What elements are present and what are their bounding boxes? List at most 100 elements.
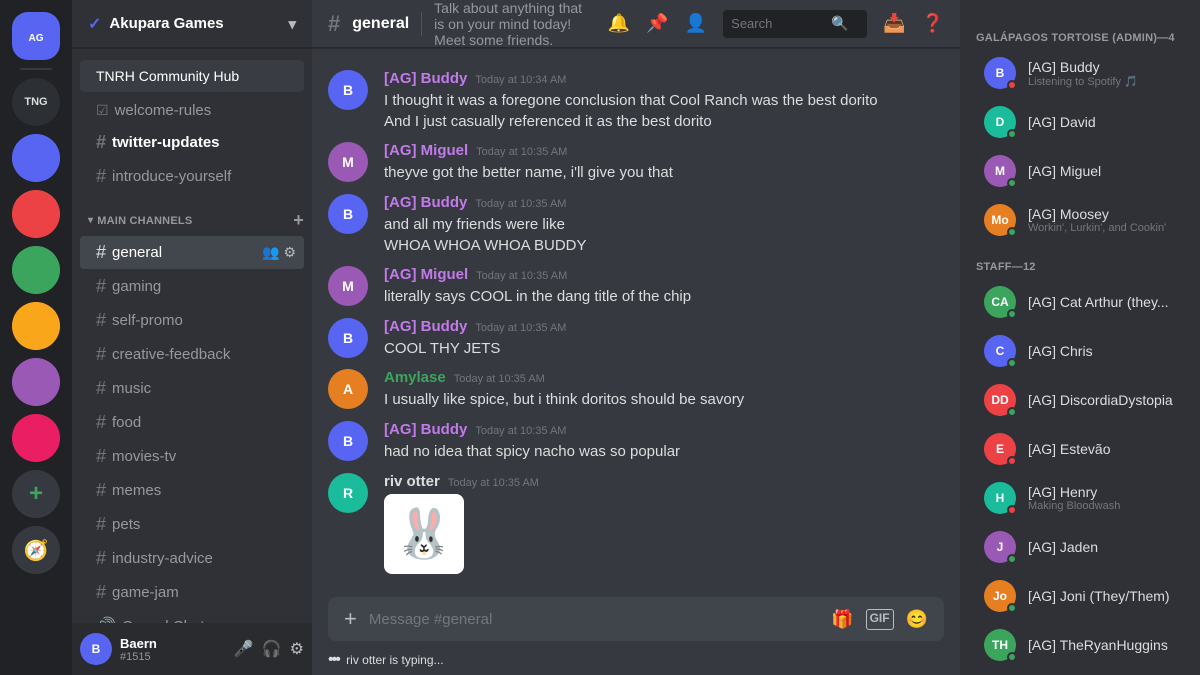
microphone-icon[interactable]: 🎤	[234, 639, 254, 659]
avatar: B	[328, 318, 368, 358]
member-info: [AG] Joni (They/Them)	[1028, 588, 1184, 604]
channel-general[interactable]: # general 👥 ⚙	[80, 236, 304, 269]
member-info: [AG] David	[1028, 114, 1184, 130]
search-box[interactable]: 🔍	[723, 10, 867, 38]
channel-industry-advice[interactable]: # industry-advice	[80, 542, 304, 575]
messages-area: B [AG] Buddy Today at 10:34 AM I thought…	[312, 48, 960, 597]
notification-bell-icon[interactable]: 🔔	[608, 13, 630, 34]
channel-pets[interactable]: # pets	[80, 508, 304, 541]
message-timestamp: Today at 10:34 AM	[475, 74, 566, 86]
member-name: [AG] Chris	[1028, 343, 1184, 359]
member-avatar: CA	[984, 286, 1016, 318]
message-group: M [AG] Miguel Today at 10:35 AM literall…	[312, 262, 960, 312]
member-avatar: B	[984, 57, 1016, 89]
header-icons: 🔔 📌 👤 🔍 📥 ❓	[608, 10, 944, 38]
member-info: [AG] Chris	[1028, 343, 1184, 359]
member-item[interactable]: TH [AG] TheRyanHuggins	[968, 621, 1192, 669]
add-channel-button[interactable]: +	[293, 210, 304, 231]
channel-welcome-rules[interactable]: ☑ welcome-rules	[80, 96, 304, 125]
message-timestamp: Today at 10:35 AM	[454, 373, 545, 385]
member-name: [AG] David	[1028, 114, 1184, 130]
server-name: Akupara Games	[109, 15, 223, 32]
sticker: 🐰	[384, 494, 464, 574]
channel-name: movies-tv	[112, 448, 296, 465]
members-icon[interactable]: 👥	[262, 244, 279, 261]
message-header: [AG] Buddy Today at 10:35 AM	[384, 421, 944, 438]
channel-food[interactable]: # food	[80, 406, 304, 439]
member-item[interactable]: M [AG] Miguel	[968, 147, 1192, 195]
channel-creative-feedback[interactable]: # creative-feedback	[80, 338, 304, 371]
settings-icon[interactable]: ⚙	[283, 244, 296, 261]
pin-icon[interactable]: 📌	[646, 13, 668, 34]
server-icon-7[interactable]	[12, 414, 60, 462]
member-item[interactable]: C [AG] Chris	[968, 327, 1192, 375]
channel-movies-tv[interactable]: # movies-tv	[80, 440, 304, 473]
hub-label[interactable]: TNRH Community Hub	[80, 60, 304, 92]
message-input-box: + 🎁 GIF 😊	[328, 597, 944, 641]
settings-icon[interactable]: ⚙	[290, 639, 304, 659]
channel-twitter-updates[interactable]: # twitter-updates	[80, 126, 304, 159]
member-item[interactable]: AF Alexis Faintreny sleepy	[968, 670, 1192, 675]
headphones-icon[interactable]: 🎧	[262, 639, 282, 659]
channel-topic: Talk about anything that is on your mind…	[434, 0, 596, 48]
message-group: A Amylase Today at 10:35 AM I usually li…	[312, 365, 960, 415]
message-timestamp: Today at 10:35 AM	[448, 477, 539, 489]
server-icon-5[interactable]	[12, 302, 60, 350]
category-label: MAIN CHANNELS	[97, 215, 192, 227]
check-icon: ✓	[88, 14, 101, 34]
server-icon-6[interactable]	[12, 358, 60, 406]
server-icon-3[interactable]	[12, 190, 60, 238]
channel-self-promo[interactable]: # self-promo	[80, 304, 304, 337]
channel-music[interactable]: # music	[80, 372, 304, 405]
member-item[interactable]: CA [AG] Cat Arthur (they...	[968, 278, 1192, 326]
message-text: I thought it was a foregone conclusion t…	[384, 91, 944, 112]
upload-button[interactable]: +	[344, 606, 357, 632]
members-list-icon[interactable]: 👤	[685, 13, 707, 34]
member-name: [AG] Cat Arthur (they...	[1028, 294, 1184, 310]
gif-button[interactable]: GIF	[866, 609, 894, 630]
member-item[interactable]: D [AG] David	[968, 98, 1192, 146]
member-item[interactable]: DD [AG] DiscordiaDystopia	[968, 376, 1192, 424]
member-item[interactable]: H [AG] Henry Making Bloodwash	[968, 474, 1192, 522]
message-header: [AG] Buddy Today at 10:35 AM	[384, 318, 944, 335]
discover-button[interactable]: 🧭	[12, 526, 60, 574]
member-status: Listening to Spotify 🎵	[1028, 75, 1184, 88]
add-server-button[interactable]: +	[12, 470, 60, 518]
channel-gaming[interactable]: # gaming	[80, 270, 304, 303]
arrow-icon: ▾	[88, 215, 93, 226]
server-name-bar[interactable]: ✓ Akupara Games ▾	[72, 0, 312, 48]
channel-icons: 👥 ⚙	[262, 244, 296, 261]
hash-icon: #	[96, 514, 106, 535]
server-icon-4[interactable]	[12, 246, 60, 294]
server-icon-current[interactable]: AG	[12, 12, 60, 60]
channel-casual-chat[interactable]: 🔊 Casual Chat	[80, 610, 304, 623]
member-item[interactable]: Jo [AG] Joni (They/Them)	[968, 572, 1192, 620]
channel-name: self-promo	[112, 312, 296, 329]
member-item[interactable]: E [AG] Estevão	[968, 425, 1192, 473]
member-item[interactable]: B [AG] Buddy Listening to Spotify 🎵	[968, 49, 1192, 97]
message-input[interactable]	[369, 611, 831, 628]
status-dot	[1007, 456, 1017, 466]
message-text: And I just casually referenced it as the…	[384, 112, 944, 133]
avatar: B	[328, 421, 368, 461]
channel-name: pets	[112, 516, 296, 533]
channel-game-jam[interactable]: # game-jam	[80, 576, 304, 609]
search-input[interactable]	[731, 16, 831, 31]
main-channels-category[interactable]: ▾ MAIN CHANNELS +	[72, 194, 312, 235]
emoji-icon[interactable]: 😊	[906, 609, 928, 630]
member-item[interactable]: J [AG] Jaden	[968, 523, 1192, 571]
server-icon-tng[interactable]: TNG	[12, 78, 60, 126]
gift-icon[interactable]: 🎁	[831, 609, 853, 630]
help-icon[interactable]: ❓	[922, 13, 944, 34]
message-content: [AG] Buddy Today at 10:35 AM and all my …	[384, 194, 944, 256]
channel-introduce-yourself[interactable]: # introduce-yourself	[80, 160, 304, 193]
server-icon-2[interactable]	[12, 134, 60, 182]
member-avatar: TH	[984, 629, 1016, 661]
member-item[interactable]: Mo [AG] Moosey Workin', Lurkin', and Coo…	[968, 196, 1192, 244]
inbox-icon[interactable]: 📥	[883, 13, 905, 34]
typing-text: riv otter is typing...	[346, 653, 443, 667]
message-text: had no idea that spicy nacho was so popu…	[384, 442, 944, 463]
channel-memes[interactable]: # memes	[80, 474, 304, 507]
typing-indicator: ••• riv otter is typing...	[312, 647, 960, 675]
member-status: Making Bloodwash	[1028, 500, 1184, 512]
